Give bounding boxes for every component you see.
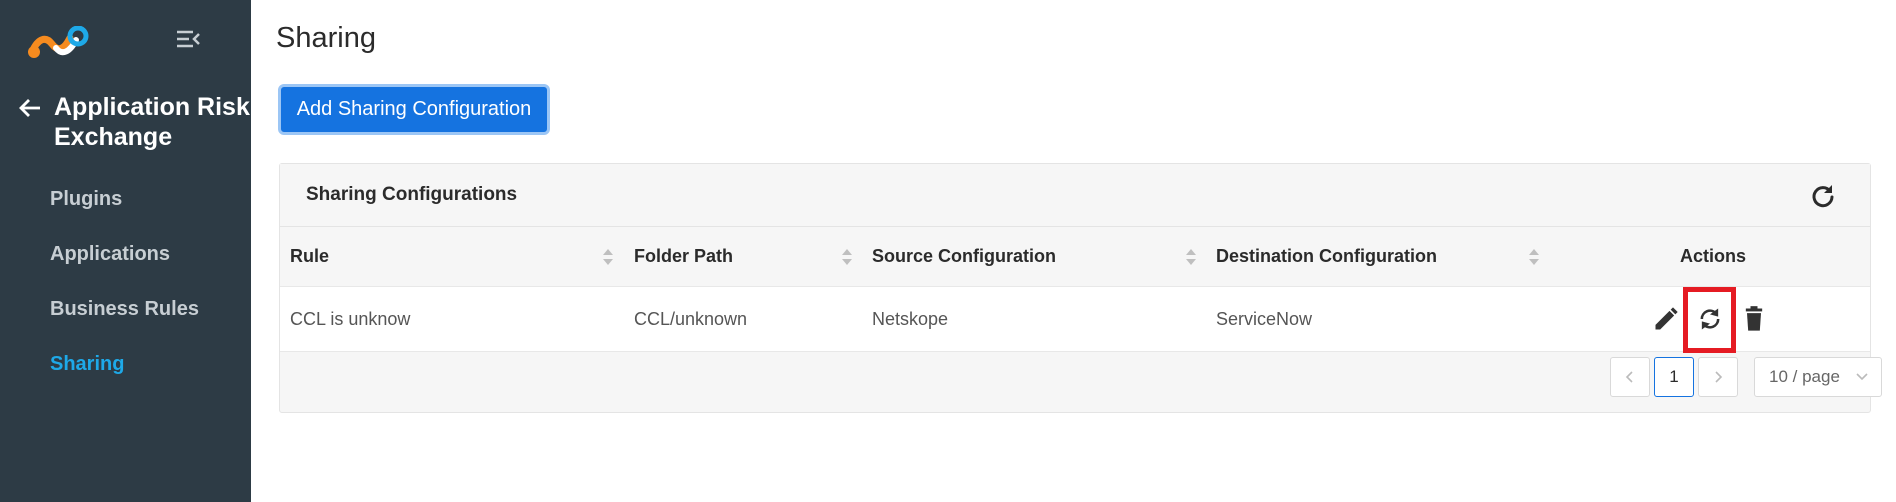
card-header: Sharing Configurations [280,164,1870,227]
card-title: Sharing Configurations [306,184,518,205]
sort-icon[interactable] [602,247,614,267]
sidebar-nav: Plugins Applications Business Rules Shar… [0,178,251,398]
delete-icon[interactable] [1740,305,1768,333]
sync-icon[interactable] [1696,305,1724,333]
column-header-rule[interactable]: Rule [290,246,329,267]
add-sharing-configuration-button[interactable]: Add Sharing Configuration [278,84,550,135]
refresh-icon[interactable] [1810,183,1836,209]
cell-source-configuration: Netskope [872,309,949,329]
prev-page-button[interactable] [1610,357,1650,397]
chevron-left-icon [1625,371,1633,383]
sidebar-item-sharing[interactable]: Sharing [0,343,251,398]
column-header-destination-configuration[interactable]: Destination Configuration [1216,246,1437,267]
cell-rule: CCL is unknow [290,309,411,329]
table-header: Rule Folder Path Source Configuration De… [280,227,1870,287]
table-row[interactable]: CCL is unknow CCL/unknown Netskope Servi… [280,287,1870,353]
sidebar-item-business-rules[interactable]: Business Rules [0,288,251,343]
column-header-folder-path[interactable]: Folder Path [634,246,733,267]
chevron-down-icon [1856,373,1868,381]
chevron-right-icon [1715,371,1723,383]
edit-icon[interactable] [1652,305,1680,333]
app-root: Application Risk Exchange Plugins Applic… [0,0,1896,502]
collapse-sidebar-icon[interactable] [175,28,201,50]
page-size-select[interactable]: 10 / page [1754,357,1882,397]
page-size-value: 10 / page [1769,367,1840,386]
arrow-left-icon [19,99,40,117]
sidebar-item-plugins[interactable]: Plugins [0,178,251,233]
cell-destination-configuration: ServiceNow [1216,309,1313,329]
sort-icon[interactable] [1528,247,1540,267]
page-1-button[interactable]: 1 [1654,357,1694,397]
app-title: Application Risk Exchange [54,93,250,151]
pagination: 1 10 / page [280,357,1882,397]
sort-icon[interactable] [841,247,853,267]
netskope-logo-icon[interactable] [26,26,90,60]
back-to-home-link[interactable]: Application Risk Exchange [18,92,254,152]
main-content: Sharing Add Sharing Configuration Sharin… [251,0,1896,502]
cell-folder-path: CCL/unknown [634,309,748,329]
next-page-button[interactable] [1698,357,1738,397]
column-header-actions: Actions [1680,246,1747,266]
page-title: Sharing [276,22,376,54]
sidebar-item-applications[interactable]: Applications [0,233,251,288]
sort-icon[interactable] [1185,247,1197,267]
sharing-configurations-card: Sharing Configurations Rule Folder Path … [279,163,1882,413]
sidebar: Application Risk Exchange Plugins Applic… [0,0,251,502]
column-header-source-configuration[interactable]: Source Configuration [872,246,1056,267]
